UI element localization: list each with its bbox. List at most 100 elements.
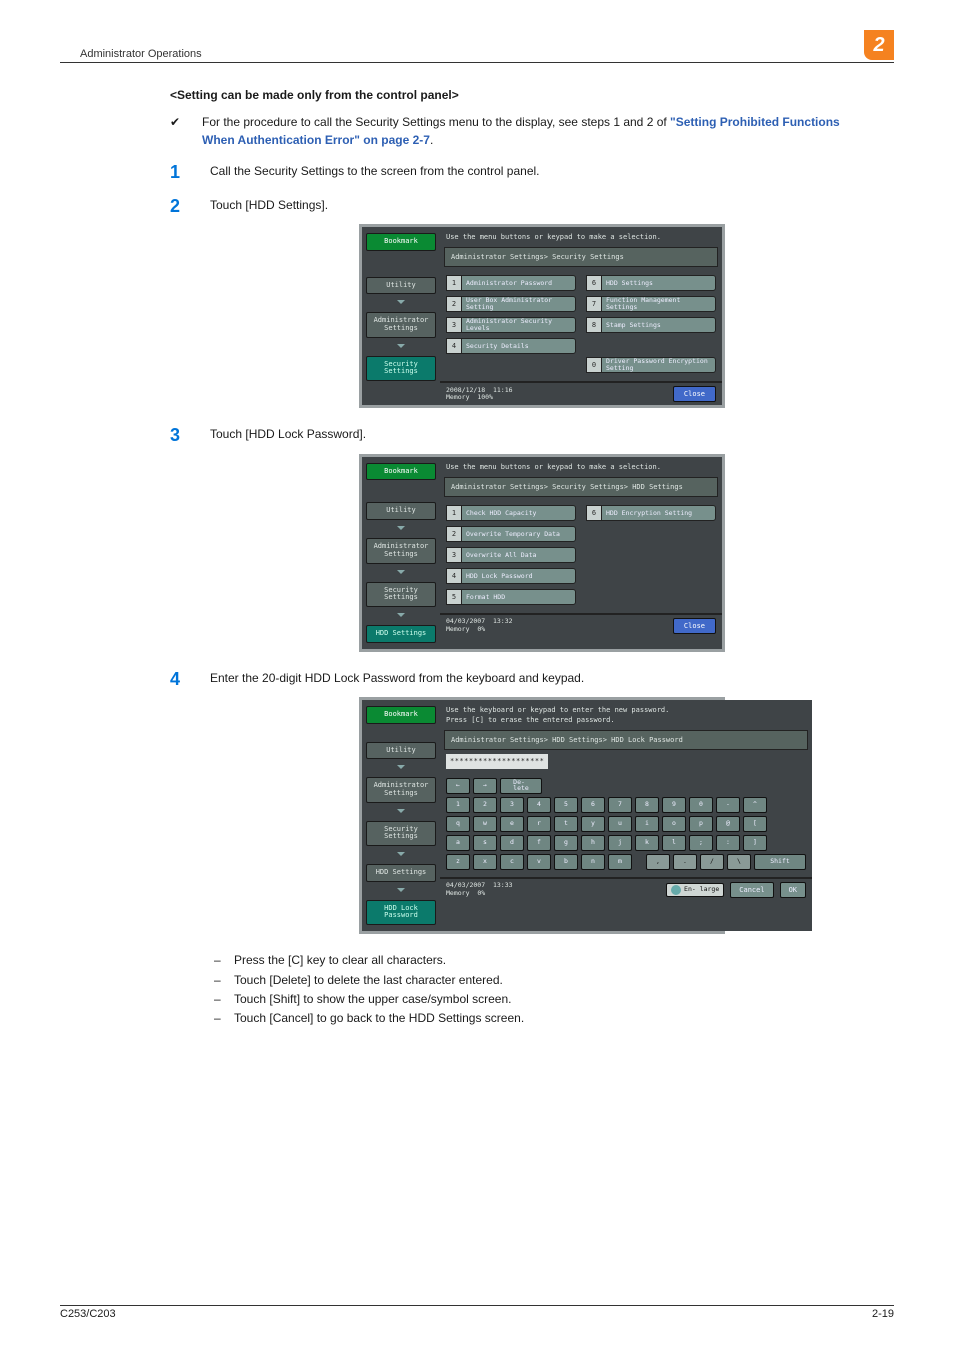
key[interactable]: :	[716, 835, 740, 851]
key[interactable]: l	[662, 835, 686, 851]
enlarge-button[interactable]: En- large	[666, 883, 724, 897]
password-field[interactable]: ********************	[446, 754, 548, 768]
menu-item[interactable]: 0Driver Password Encryption Setting	[586, 357, 716, 373]
bookmark-button[interactable]: Bookmark	[366, 706, 436, 724]
menu-item[interactable]: 7Function Management Settings	[586, 296, 716, 312]
menu-item[interactable]: 5Format HDD	[446, 589, 576, 605]
menu-item[interactable]: 1Administrator Password	[446, 275, 576, 291]
key[interactable]: ^	[743, 797, 767, 813]
key[interactable]: [	[743, 816, 767, 832]
chevron-down-icon	[366, 852, 436, 858]
utility-button[interactable]: Utility	[366, 502, 436, 520]
key[interactable]: .	[673, 854, 697, 870]
utility-button[interactable]: Utility	[366, 277, 436, 295]
delete-key[interactable]: De- lete	[500, 778, 542, 794]
menu-item-hdd-lock-password[interactable]: 4HDD Lock Password	[446, 568, 576, 584]
key[interactable]: 8	[635, 797, 659, 813]
note-item: Touch [Shift] to show the upper case/sym…	[210, 991, 874, 1008]
status-meta: 2008/12/18 11:16 Memory 100%	[446, 387, 667, 403]
arrow-right-key[interactable]: →	[473, 778, 497, 794]
key[interactable]: @	[716, 816, 740, 832]
menu-item[interactable]: 2Overwrite Temporary Data	[446, 526, 576, 542]
key[interactable]: o	[662, 816, 686, 832]
key[interactable]: r	[527, 816, 551, 832]
admin-settings-button[interactable]: Administrator Settings	[366, 538, 436, 563]
key[interactable]: f	[527, 835, 551, 851]
key[interactable]: 5	[554, 797, 578, 813]
key[interactable]: 9	[662, 797, 686, 813]
close-button[interactable]: Close	[673, 386, 716, 402]
page-header: Administrator Operations 2	[60, 30, 894, 63]
key[interactable]: h	[581, 835, 605, 851]
menu-item[interactable]: 2User Box Administrator Setting	[446, 296, 576, 312]
key[interactable]: t	[554, 816, 578, 832]
key[interactable]: i	[635, 816, 659, 832]
key[interactable]: 7	[608, 797, 632, 813]
key[interactable]: a	[446, 835, 470, 851]
key[interactable]: /	[700, 854, 724, 870]
key[interactable]: 4	[527, 797, 551, 813]
key[interactable]: -	[716, 797, 740, 813]
key[interactable]: p	[689, 816, 713, 832]
key[interactable]: 6	[581, 797, 605, 813]
menu-item[interactable]: 3Administrator Security Levels	[446, 317, 576, 333]
menu-item[interactable]: 1Check HDD Capacity	[446, 505, 576, 521]
menu-item[interactable]: 8Stamp Settings	[586, 317, 716, 333]
key[interactable]: g	[554, 835, 578, 851]
hdd-settings-button[interactable]: HDD Settings	[366, 864, 436, 882]
key[interactable]: b	[554, 854, 578, 870]
security-settings-button[interactable]: Security Settings	[366, 582, 436, 607]
key[interactable]: q	[446, 816, 470, 832]
security-settings-button[interactable]: Security Settings	[366, 356, 436, 381]
menu-item[interactable]: 3Overwrite All Data	[446, 547, 576, 563]
key[interactable]: n	[581, 854, 605, 870]
menu-item[interactable]: 4Security Details	[446, 338, 576, 354]
bookmark-button[interactable]: Bookmark	[366, 463, 436, 481]
arrow-left-key[interactable]: ←	[446, 778, 470, 794]
key[interactable]: y	[581, 816, 605, 832]
step-list: Call the Security Settings to the screen…	[170, 163, 874, 1028]
chevron-down-icon	[366, 344, 436, 350]
chevron-down-icon	[366, 888, 436, 894]
key[interactable]: e	[500, 816, 524, 832]
menu-item-hdd-settings[interactable]: 6HDD Settings	[586, 275, 716, 291]
key[interactable]: x	[473, 854, 497, 870]
menu-item[interactable]: 6HDD Encryption Setting	[586, 505, 716, 521]
breadcrumb: Administrator Settings> Security Setting…	[444, 477, 718, 497]
hdd-lock-password-button[interactable]: HDD Lock Password	[366, 900, 436, 925]
page-footer: C253/C203 2-19	[60, 1305, 894, 1320]
key[interactable]: k	[635, 835, 659, 851]
key[interactable]: 1	[446, 797, 470, 813]
key[interactable]: m	[608, 854, 632, 870]
key[interactable]: z	[446, 854, 470, 870]
key[interactable]: w	[473, 816, 497, 832]
admin-settings-button[interactable]: Administrator Settings	[366, 777, 436, 802]
key[interactable]: v	[527, 854, 551, 870]
chevron-down-icon	[366, 765, 436, 771]
key[interactable]: ,	[646, 854, 670, 870]
key[interactable]: ]	[743, 835, 767, 851]
bookmark-button[interactable]: Bookmark	[366, 233, 436, 251]
admin-settings-button[interactable]: Administrator Settings	[366, 312, 436, 337]
key[interactable]: 2	[473, 797, 497, 813]
key[interactable]: u	[608, 816, 632, 832]
chevron-down-icon	[366, 809, 436, 815]
key[interactable]: j	[608, 835, 632, 851]
key[interactable]: d	[500, 835, 524, 851]
cancel-button[interactable]: Cancel	[730, 882, 773, 898]
security-settings-button[interactable]: Security Settings	[366, 821, 436, 846]
ok-button[interactable]: OK	[780, 882, 806, 898]
note-item: Touch [Cancel] to go back to the HDD Set…	[210, 1010, 874, 1027]
utility-button[interactable]: Utility	[366, 742, 436, 760]
close-button[interactable]: Close	[673, 618, 716, 634]
key[interactable]: c	[500, 854, 524, 870]
screenshot-hdd-lock-password: Bookmark Utility Administrator Settings …	[359, 697, 725, 934]
key[interactable]: ;	[689, 835, 713, 851]
hdd-settings-button[interactable]: HDD Settings	[366, 625, 436, 643]
shift-key[interactable]: Shift	[754, 854, 806, 870]
key[interactable]: s	[473, 835, 497, 851]
screenshot-hdd-settings: Bookmark Utility Administrator Settings …	[359, 454, 725, 652]
key[interactable]: 3	[500, 797, 524, 813]
key[interactable]: 0	[689, 797, 713, 813]
key[interactable]: \	[727, 854, 751, 870]
